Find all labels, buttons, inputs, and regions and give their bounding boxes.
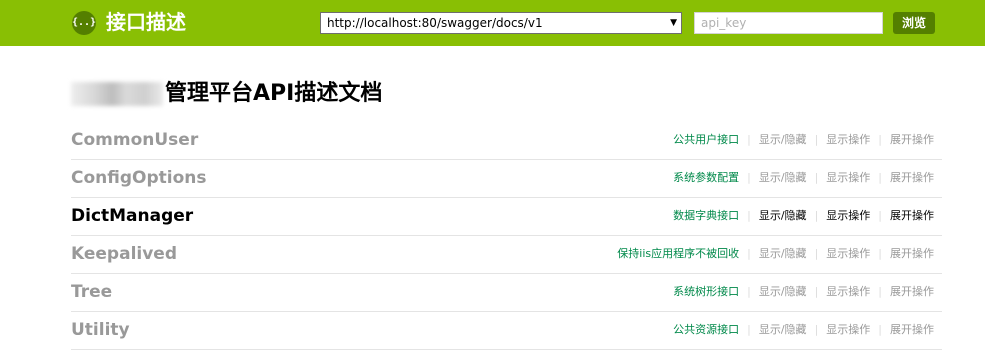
expand-operations-link[interactable]: 展开操作 bbox=[890, 170, 934, 186]
resource-name[interactable]: Tree bbox=[71, 281, 112, 303]
separator: | bbox=[878, 133, 882, 146]
expand-operations-link[interactable]: 展开操作 bbox=[890, 132, 934, 148]
resource-row-dictmanager: DictManager 数据字典接口 | 显示/隐藏 | 显示操作 | 展开操作 bbox=[71, 198, 942, 236]
separator: | bbox=[747, 171, 751, 184]
resource-description[interactable]: 公共资源接口 bbox=[673, 322, 739, 338]
api-key-input[interactable]: api_key bbox=[694, 12, 883, 34]
resource-description[interactable]: 系统树形接口 bbox=[673, 284, 739, 300]
dropdown-arrow-icon[interactable]: ▼ bbox=[670, 13, 677, 33]
top-bar: {..} 接口描述 http://localhost:80/swagger/do… bbox=[0, 0, 985, 46]
separator: | bbox=[814, 285, 819, 298]
resource-description[interactable]: 保持iis应用程序不被回收 bbox=[617, 246, 739, 262]
separator: | bbox=[878, 171, 882, 184]
list-operations-link[interactable]: 显示操作 bbox=[826, 208, 870, 224]
separator: | bbox=[814, 323, 819, 336]
resource-row-commonuser: CommonUser 公共用户接口 | 显示/隐藏 | 显示操作 | 展开操作 bbox=[71, 122, 942, 160]
separator: | bbox=[814, 171, 819, 184]
list-operations-link[interactable]: 显示操作 bbox=[826, 170, 870, 186]
resource-name[interactable]: Keepalived bbox=[71, 243, 177, 265]
resource-row-configoptions: ConfigOptions 系统参数配置 | 显示/隐藏 | 显示操作 | 展开操作 bbox=[71, 160, 942, 198]
separator: | bbox=[747, 285, 751, 298]
separator: | bbox=[814, 247, 819, 260]
separator: | bbox=[878, 285, 882, 298]
list-operations-link[interactable]: 显示操作 bbox=[826, 132, 870, 148]
resource-operations: 系统参数配置 | 显示/隐藏 | 显示操作 | 展开操作 bbox=[673, 170, 934, 186]
resource-description[interactable]: 系统参数配置 bbox=[673, 170, 739, 186]
separator: | bbox=[747, 133, 751, 146]
show-hide-link[interactable]: 显示/隐藏 bbox=[759, 208, 807, 224]
list-operations-link[interactable]: 显示操作 bbox=[826, 284, 870, 300]
resource-description[interactable]: 数据字典接口 bbox=[673, 208, 739, 224]
expand-operations-link[interactable]: 展开操作 bbox=[890, 322, 934, 338]
show-hide-link[interactable]: 显示/隐藏 bbox=[759, 322, 807, 338]
resource-row-utility: Utility 公共资源接口 | 显示/隐藏 | 显示操作 | 展开操作 bbox=[71, 312, 942, 350]
list-operations-link[interactable]: 显示操作 bbox=[826, 322, 870, 338]
expand-operations-link[interactable]: 展开操作 bbox=[890, 246, 934, 262]
separator: | bbox=[747, 247, 751, 260]
api-url-value: http://localhost:80/swagger/docs/v1 bbox=[327, 16, 543, 30]
api-key-placeholder: api_key bbox=[701, 16, 747, 30]
separator: | bbox=[878, 323, 882, 336]
resource-name[interactable]: DictManager bbox=[71, 205, 193, 227]
expand-operations-link[interactable]: 展开操作 bbox=[890, 284, 934, 300]
resource-row-keepalived: Keepalived 保持iis应用程序不被回收 | 显示/隐藏 | 显示操作 | 展开操作 bbox=[71, 236, 942, 274]
resource-name[interactable]: Utility bbox=[71, 319, 130, 341]
resource-operations: 数据字典接口 | 显示/隐藏 | 显示操作 | 展开操作 bbox=[673, 208, 934, 224]
show-hide-link[interactable]: 显示/隐藏 bbox=[759, 246, 807, 262]
swagger-logo-icon[interactable]: {..} bbox=[72, 11, 96, 35]
list-operations-link[interactable]: 显示操作 bbox=[826, 246, 870, 262]
show-hide-link[interactable]: 显示/隐藏 bbox=[759, 284, 807, 300]
separator: | bbox=[747, 323, 751, 336]
app-title[interactable]: 接口描述 bbox=[106, 8, 186, 36]
resource-list: CommonUser 公共用户接口 | 显示/隐藏 | 显示操作 | 展开操作 Config… bbox=[71, 122, 942, 350]
separator: | bbox=[878, 209, 882, 222]
resource-description[interactable]: 公共用户接口 bbox=[673, 132, 739, 148]
resource-name[interactable]: ConfigOptions bbox=[71, 167, 207, 189]
show-hide-link[interactable]: 显示/隐藏 bbox=[759, 132, 807, 148]
page-title-text: 管理平台API描述文档 bbox=[165, 81, 383, 106]
separator: | bbox=[747, 209, 751, 222]
separator: | bbox=[814, 209, 819, 222]
resource-operations: 公共用户接口 | 显示/隐藏 | 显示操作 | 展开操作 bbox=[673, 132, 934, 148]
show-hide-link[interactable]: 显示/隐藏 bbox=[759, 170, 807, 186]
page-title: 管理平台API描述文档 bbox=[71, 78, 382, 110]
redacted-title-prefix bbox=[71, 82, 163, 106]
expand-operations-link[interactable]: 展开操作 bbox=[890, 208, 934, 224]
resource-operations: 公共资源接口 | 显示/隐藏 | 显示操作 | 展开操作 bbox=[673, 322, 934, 338]
resource-row-tree: Tree 系统树形接口 | 显示/隐藏 | 显示操作 | 展开操作 bbox=[71, 274, 942, 312]
separator: | bbox=[814, 133, 819, 146]
resource-name[interactable]: CommonUser bbox=[71, 129, 198, 151]
resource-operations: 系统树形接口 | 显示/隐藏 | 显示操作 | 展开操作 bbox=[673, 284, 934, 300]
separator: | bbox=[878, 247, 882, 260]
resource-operations: 保持iis应用程序不被回收 | 显示/隐藏 | 显示操作 | 展开操作 bbox=[617, 246, 934, 262]
api-url-select[interactable]: http://localhost:80/swagger/docs/v1 ▼ bbox=[320, 12, 682, 34]
explore-button[interactable]: 浏览 bbox=[893, 12, 935, 34]
